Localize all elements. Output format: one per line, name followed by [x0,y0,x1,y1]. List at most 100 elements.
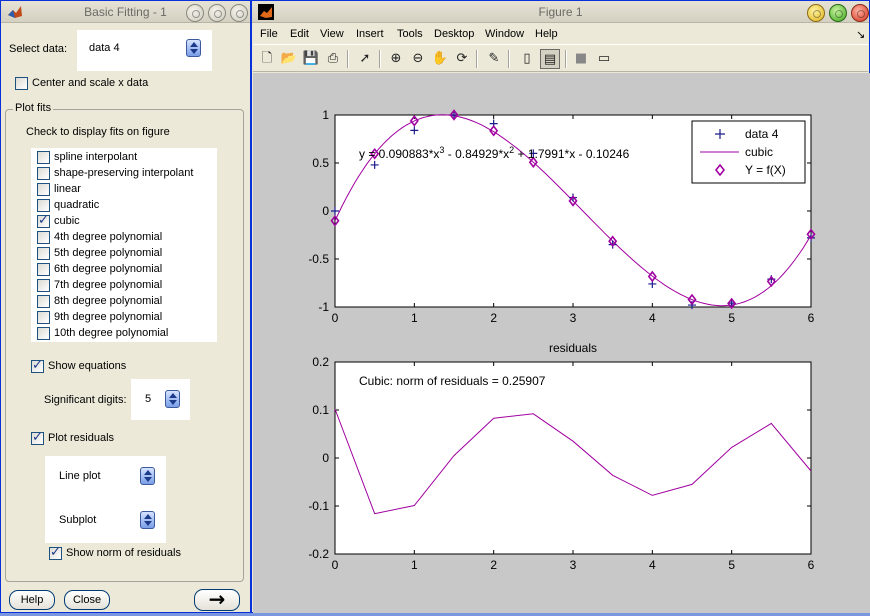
show-plot-tools-icon[interactable]: ▭ [594,49,614,69]
plot-residuals-label: Plot residuals [48,432,115,444]
fit-row-shape-preserving[interactable]: shape-preserving interpolant [31,165,217,181]
toolbar-separator [347,50,349,68]
fit-checkbox[interactable] [37,167,50,180]
fit-row-7th[interactable]: 7th degree polynomial [31,277,217,293]
fit-checkbox[interactable] [37,247,50,260]
significant-digits-label: Significant digits: [44,394,127,406]
residual-plot-x-tick-label: 0 [332,558,339,572]
residual-plot-axes-box [334,361,812,555]
fit-row-cubic[interactable]: cubic [31,213,217,229]
significant-digits-spinner-icon[interactable] [165,390,180,408]
data-cursor-icon[interactable]: ✎ [484,49,504,69]
menu-tools[interactable]: Tools [397,28,423,40]
residuals-title: residuals [549,341,597,355]
fit-checkbox[interactable] [37,231,50,244]
fit-label: 9th degree polynomial [54,311,163,323]
toolbar-separator [476,50,478,68]
plot-residuals-checkbox[interactable] [31,430,44,445]
residual-location-value[interactable]: Subplot [59,514,96,526]
select-data-label: Select data: [9,43,68,55]
zoom-in-icon[interactable]: ⊕ [386,49,406,69]
show-equations-checkbox[interactable] [31,358,44,373]
fit-label: 5th degree polynomial [54,247,163,259]
menu-view[interactable]: View [320,28,344,40]
new-file-icon[interactable]: 🗋 [257,49,277,69]
fit-checkbox[interactable] [37,295,50,308]
print-icon[interactable]: ⎙ [323,49,343,69]
dock-arrow-icon[interactable]: ↘ [856,28,865,41]
select-data-spinner-icon[interactable] [186,39,201,57]
fit-plot-x-tick-label: 2 [490,311,497,325]
fit-row-9th[interactable]: 9th degree polynomial [31,309,217,325]
fit-plot-x-tick-label: 1 [411,311,418,325]
menu-desktop[interactable]: Desktop [434,28,474,40]
residual-plot-type-value[interactable]: Line plot [59,470,101,482]
save-icon[interactable]: 💾 [301,49,321,69]
pointer-icon[interactable]: ➚ [355,49,375,69]
fit-row-5th[interactable]: 5th degree polynomial [31,245,217,261]
fit-checkbox[interactable] [37,327,50,340]
fit-checkbox[interactable] [37,279,50,292]
hide-plot-tools-icon[interactable]: ■ [571,49,591,69]
help-button[interactable]: Help [9,590,55,610]
menu-insert[interactable]: Insert [356,28,384,40]
fit-label: 6th degree polynomial [54,263,163,275]
fit-plot-y-tick-label: -1 [318,300,329,314]
fit-label: shape-preserving interpolant [54,167,194,179]
basic-fitting-titlebar[interactable]: Basic Fitting - 1 [1,1,250,23]
residual-plot-y-tick-label: 0 [322,451,329,465]
figure-toolbar: 🗋 📂 💾 ⎙ ➚ ⊕ ⊖ ✋ ⟳ ✎ ▯ ▤ ■ ▭ [253,44,868,72]
significant-digits-dropdown[interactable]: 5 [131,379,190,420]
residual-plot-x-tick-label: 5 [728,558,735,572]
open-folder-icon[interactable]: 📂 [279,49,299,69]
fit-plot-x-tick-label: 4 [649,311,656,325]
fit-label: 4th degree polynomial [54,231,163,243]
close-button[interactable]: Close [64,590,110,610]
maximize-button[interactable] [208,4,226,22]
rotate-3d-icon[interactable]: ⟳ [452,49,472,69]
menu-bar: File Edit View Insert Tools Desktop Wind… [253,25,868,44]
fit-label: linear [54,183,81,195]
menu-file[interactable]: File [260,28,278,40]
equation-part: + 1.7991*x - 0.10246 [514,147,629,161]
minimize-button[interactable] [186,4,204,22]
fits-list: spline interpolant shape-preserving inte… [31,148,217,342]
fit-checkbox[interactable] [37,151,50,164]
fit-row-10th[interactable]: 10th degree polynomial [31,325,217,341]
residual-norm-text: Cubic: norm of residuals = 0.25907 [359,374,546,388]
colorbar-icon[interactable]: ▯ [517,49,537,69]
figure-close-button[interactable] [851,4,869,22]
fit-row-4th[interactable]: 4th degree polynomial [31,229,217,245]
fit-checkbox[interactable] [37,183,50,196]
show-norm-checkbox[interactable] [49,545,62,560]
pan-hand-icon[interactable]: ✋ [430,49,450,69]
fit-checkbox[interactable] [37,199,50,212]
close-window-button[interactable] [230,4,248,22]
fit-row-linear[interactable]: linear [31,181,217,197]
figure-maximize-button[interactable] [829,4,847,22]
figure-minimize-button[interactable] [807,4,825,22]
figure-titlebar[interactable]: Figure 1 [252,1,869,23]
menu-window[interactable]: Window [485,28,524,40]
residual-location-spinner-icon[interactable] [140,511,155,529]
fit-checkbox[interactable] [37,263,50,276]
toolbar-separator [379,50,381,68]
fit-row-6th[interactable]: 6th degree polynomial [31,261,217,277]
residual-plot-y-tick-label: 0.1 [312,403,329,417]
legend-icon[interactable]: ▤ [540,49,560,69]
select-data-dropdown[interactable]: data 4 [77,30,212,71]
next-arrow-button[interactable]: → [194,589,240,611]
menu-edit[interactable]: Edit [290,28,309,40]
residual-plot-type-spinner-icon[interactable] [140,467,155,485]
menu-help[interactable]: Help [535,28,558,40]
show-equations-label: Show equations [48,360,127,372]
fit-row-quadratic[interactable]: quadratic [31,197,217,213]
fit-row-8th[interactable]: 8th degree polynomial [31,293,217,309]
plots-svg: 0 1 2 3 4 5 610.50-0.5-1y = 0.090883*x3 - 0.84… [308,108,816,572]
zoom-out-icon[interactable]: ⊖ [408,49,428,69]
center-scale-checkbox[interactable] [15,77,28,90]
fit-row-spline[interactable]: spline interpolant [31,149,217,165]
fit-checkbox[interactable] [37,311,50,324]
fit-checkbox[interactable] [37,213,50,228]
residual-plot-x-tick-label: 2 [490,558,497,572]
